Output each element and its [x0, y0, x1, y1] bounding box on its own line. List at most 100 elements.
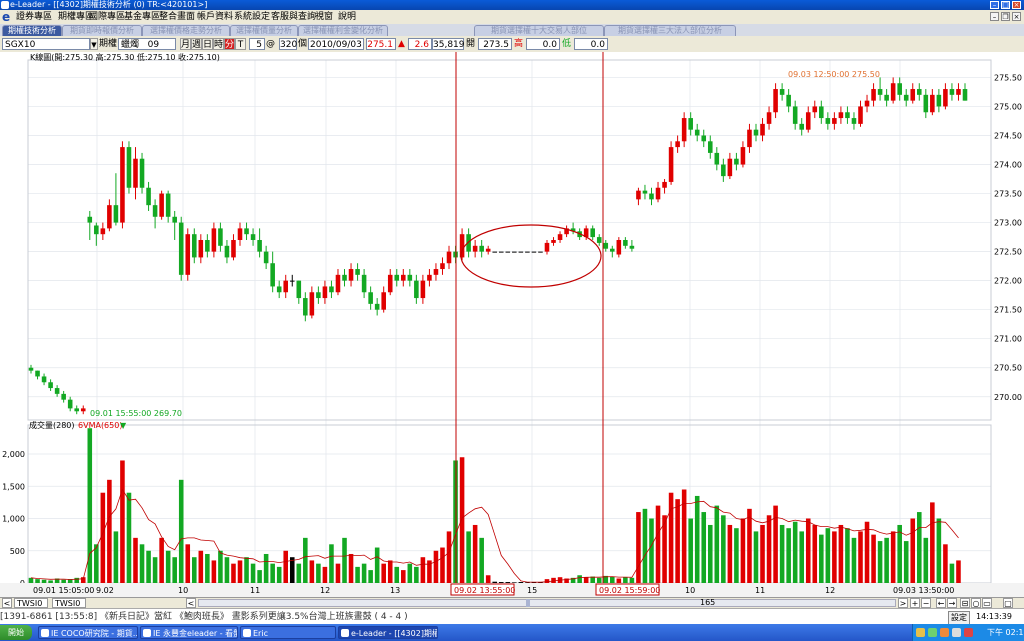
monthly-button[interactable]: 月 [180, 38, 191, 50]
tab-option-price-trend[interactable]: 選擇權價格走勢分析 [142, 25, 230, 36]
volume-bar [178, 479, 184, 583]
volume-bar [120, 460, 125, 583]
scroll-left-icon[interactable]: < [2, 598, 12, 608]
menu-item-help[interactable]: 說明 [338, 10, 356, 24]
daily-button[interactable]: 日 [202, 38, 213, 50]
menu-item-account[interactable]: 帳戶資料 [197, 10, 233, 24]
symbol-tab-2[interactable]: TWSI0 [52, 598, 86, 608]
task-eleader[interactable]: e-Leader - [[4302]期權技… [338, 626, 438, 639]
tab-option-volume[interactable]: 選擇權價量分析 [230, 25, 298, 36]
symbol-dropdown-icon[interactable]: ▼ [90, 38, 98, 50]
candle-body [740, 147, 746, 165]
tab-futures-quote[interactable]: 期貨即時報價分析 [62, 25, 142, 36]
candle-body [126, 147, 132, 188]
tray-volume-icon[interactable] [952, 628, 961, 637]
candle-body [218, 228, 223, 246]
scroll-right-icon[interactable]: > [898, 598, 908, 608]
fit-view-icon[interactable]: ▭ [982, 598, 992, 608]
candle-body [675, 141, 680, 148]
zoom-in-icon[interactable]: + [910, 598, 920, 608]
maximize-icon[interactable]: □ [1001, 1, 1010, 9]
tray-app-icon[interactable] [940, 628, 949, 637]
task-ie-eleader[interactable]: IE 永豐金eleader - 看盤… [140, 626, 238, 639]
date-input[interactable]: 2010/09/03 [308, 38, 364, 50]
volume-bar [244, 557, 249, 583]
candle-body [551, 240, 556, 243]
menu-item-service[interactable]: 客服與查詢 [271, 10, 316, 24]
minute-button[interactable]: 分 [224, 38, 235, 50]
move-right-icon[interactable]: → [947, 598, 957, 608]
candle-body [198, 240, 204, 258]
hourly-button[interactable]: 時 [213, 38, 224, 50]
candle-body [250, 234, 256, 240]
bars-input[interactable]: 320 [279, 38, 297, 50]
volume-bar [394, 566, 400, 583]
volume-bar [707, 524, 713, 583]
reset-view-icon[interactable]: ⊟ [960, 598, 970, 608]
candle-body [877, 89, 883, 95]
mdi-restore-icon[interactable]: ❐ [1001, 12, 1010, 21]
news-ticker-text[interactable]: [1391-6861 [13:55:8] 《新兵日記》當紅 《鮑肉班長》 晝影系… [0, 609, 470, 625]
tab-institutional[interactable]: 期貨選擇權三大法人部位分析 [604, 25, 736, 36]
volume-bar [936, 518, 942, 583]
tray-security-icon[interactable] [928, 628, 937, 637]
close-icon[interactable]: × [1012, 1, 1021, 9]
chart-svg[interactable]: K線圖(開:275.30 高:275.30 低:275.10 收:275.10)… [0, 52, 1024, 597]
menu-item-window[interactable]: 視窗 [315, 10, 333, 24]
tick-button[interactable]: T [235, 38, 246, 50]
interval-input[interactable]: 5 [249, 38, 265, 50]
tab-technical-analysis[interactable]: 期權技術分析 [2, 25, 62, 36]
chart-scrollbar-thumb[interactable] [526, 599, 530, 607]
candle-body [956, 89, 961, 95]
menu-item-settings[interactable]: 系統設定 [234, 10, 270, 24]
menu-item-funds[interactable]: 基金專區 [124, 10, 160, 24]
export-icon[interactable]: ▢ [1003, 598, 1013, 608]
volume-bar [877, 541, 883, 583]
menu-item-securities[interactable]: 證券專區 [16, 10, 52, 24]
tray-alert-icon[interactable] [964, 628, 973, 637]
candle-body [178, 222, 184, 275]
minimize-icon[interactable]: – [990, 1, 999, 9]
chart-area[interactable]: K線圖(開:275.30 高:275.30 低:275.10 收:275.10)… [0, 52, 1024, 597]
window-title-bar[interactable]: e-Leader - [[4302]期權技術分析 (0) TR:<420101>… [0, 0, 1024, 10]
candle-body [289, 280, 295, 282]
chart-scroll-left-icon[interactable]: < [186, 598, 196, 608]
symbol-tab-1[interactable]: TWSI0 [14, 598, 48, 608]
chart-type-select[interactable]: 蠟燭 09 [118, 38, 176, 50]
volume-bar [381, 563, 386, 583]
tab-top10-traders[interactable]: 期貨選擇權十大交易人部位 [474, 25, 604, 36]
volume-bar [786, 528, 791, 583]
volume-bar [263, 553, 269, 583]
symbol-input[interactable]: SGX10 [2, 38, 90, 50]
volume-bar [283, 550, 289, 583]
candle-body [525, 251, 530, 253]
task-ie-coco[interactable]: IE COCO研究院 - 期貨… [38, 626, 138, 639]
candle-body [440, 263, 445, 270]
volume-bar [583, 577, 589, 583]
menu-item-integrated-view[interactable]: 整合畫面 [159, 10, 195, 24]
volume-bar [303, 537, 308, 583]
start-button[interactable]: 開始 [0, 625, 32, 640]
task-eric[interactable]: Eric [240, 626, 336, 639]
settings-button[interactable]: 設定 [948, 611, 970, 625]
move-left-icon[interactable]: ← [936, 598, 946, 608]
tab-option-premium[interactable]: 選擇權權利金變化分析 [298, 25, 388, 36]
chart-scrollbar[interactable] [198, 599, 896, 607]
volume-bar [832, 531, 837, 583]
volume-bar [596, 577, 602, 583]
crosshair-icon[interactable]: ○ [971, 598, 981, 608]
weekly-button[interactable]: 週 [191, 38, 202, 50]
tray-network-icon[interactable] [916, 628, 925, 637]
volume-bar [694, 495, 700, 583]
volume-value: 35,819 [432, 38, 465, 50]
x-axis-label: 12 [320, 586, 330, 595]
x-axis-label: 13 [390, 586, 400, 595]
window-title: e-Leader - [[4302]期權技術分析 (0) TR:<420101>… [10, 0, 208, 9]
volume-bar [577, 575, 582, 583]
volume-bar [172, 557, 177, 583]
menu-item-international[interactable]: 國際專區 [89, 10, 125, 24]
mdi-minimize-icon[interactable]: – [990, 12, 999, 21]
zoom-out-icon[interactable]: − [921, 598, 931, 608]
mdi-close-icon[interactable]: × [1012, 12, 1021, 21]
volume-bar [361, 563, 367, 583]
